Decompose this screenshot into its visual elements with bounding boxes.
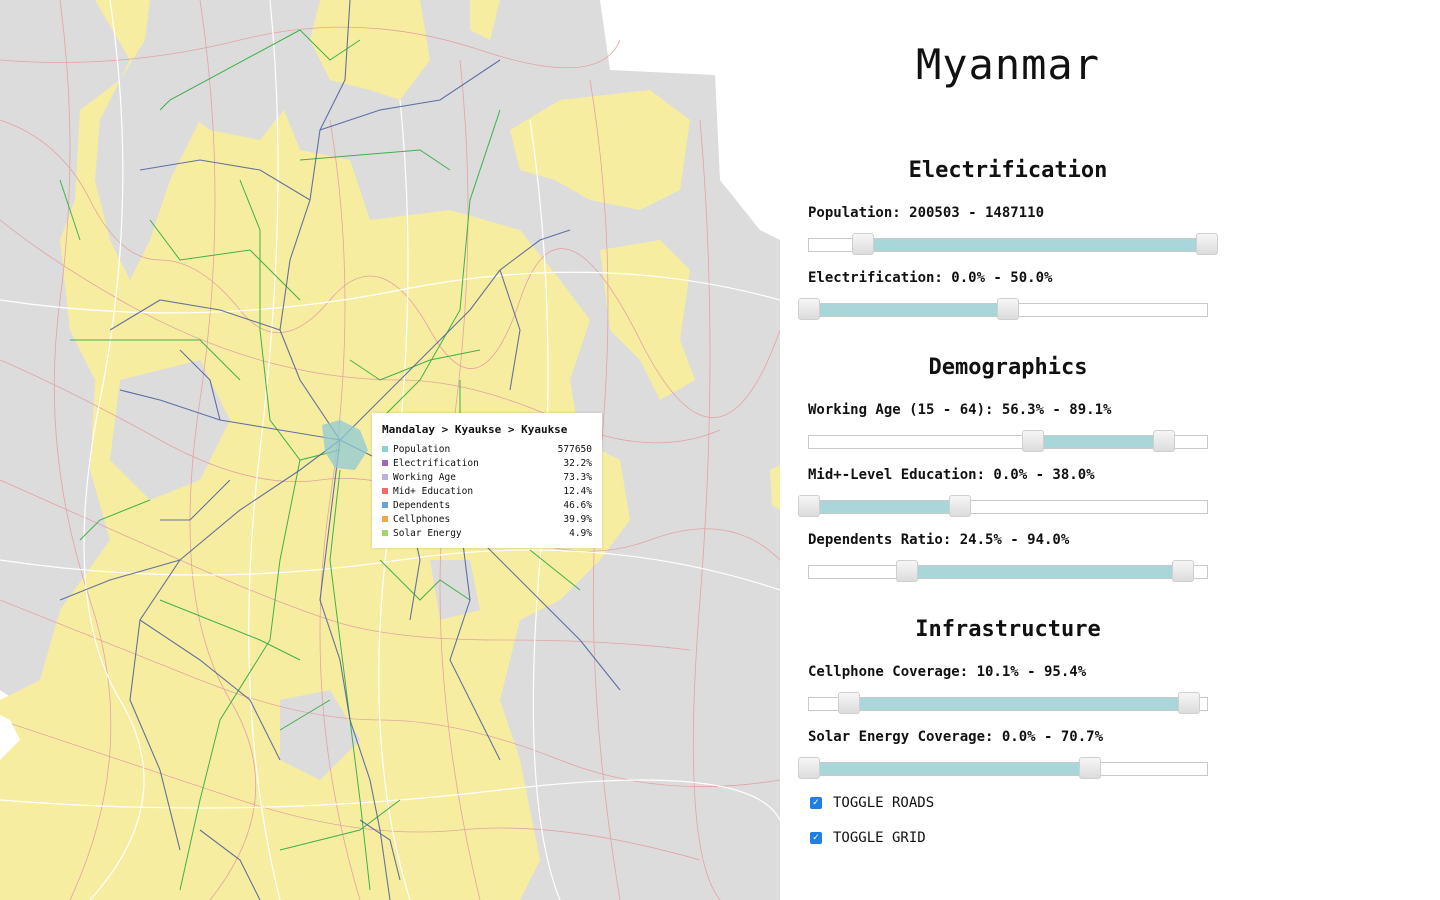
education-slider[interactable] [798, 495, 1208, 517]
solar-filter-label: Solar Energy Coverage: 0.0% - 70.7% [808, 729, 1104, 745]
dependents-filter-label: Dependents Ratio: 24.5% - 94.0% [808, 532, 1070, 548]
tooltip-row-value: 73.3% [563, 471, 592, 483]
legend-swatch [382, 516, 388, 522]
slider-range-fill [1033, 436, 1164, 448]
tooltip-row-label: Working Age [393, 471, 456, 483]
tooltip-row-value: 12.4% [563, 485, 592, 497]
slider-max-handle[interactable] [1172, 560, 1195, 582]
slider-min-handle[interactable] [895, 560, 918, 582]
population-slider[interactable] [808, 233, 1218, 255]
tooltip-row-value: 39.9% [563, 513, 592, 525]
grid-checkbox[interactable]: ✓ [810, 832, 822, 844]
electrification-filter-label: Electrification: 0.0% - 50.0% [808, 270, 1053, 286]
slider-range-fill [809, 763, 1091, 775]
tooltip-row: Dependents 46.6% [382, 498, 592, 512]
tooltip-row-value: 46.6% [563, 499, 592, 511]
toggle-grid[interactable]: ✓ TOGGLE GRID [810, 830, 926, 846]
education-filter-label: Mid+-Level Education: 0.0% - 38.0% [808, 467, 1095, 483]
slider-max-handle[interactable] [997, 298, 1019, 320]
section-title-demographics: Demographics [928, 355, 1088, 380]
legend-swatch [382, 446, 388, 452]
section-title-infrastructure: Infrastructure [915, 617, 1101, 642]
legend-swatch [382, 502, 388, 508]
tooltip-row: Solar Energy 4.9% [382, 526, 592, 540]
slider-range-fill [862, 239, 1207, 251]
toggle-roads[interactable]: ✓ TOGGLE ROADS [810, 795, 934, 811]
legend-swatch [382, 460, 388, 466]
tooltip-row: Electrification 32.2% [382, 456, 592, 470]
legend-swatch [382, 530, 388, 536]
cellphone-filter-label: Cellphone Coverage: 10.1% - 95.4% [808, 664, 1087, 680]
slider-min-handle[interactable] [851, 233, 874, 255]
cellphone-slider[interactable] [808, 692, 1208, 714]
map-view[interactable]: Mandalay > Kyaukse > Kyaukse Population 5… [0, 0, 780, 900]
toggle-grid-label: TOGGLE GRID [833, 830, 926, 846]
slider-max-handle[interactable] [1196, 233, 1218, 255]
toggle-roads-label: TOGGLE ROADS [833, 795, 935, 811]
tooltip-row-value: 4.9% [569, 527, 592, 539]
tooltip-rows: Population 577650 Electrification 32.2% Work… [382, 442, 592, 540]
tooltip-row-label: Electrification [393, 457, 479, 469]
slider-min-handle[interactable] [838, 692, 861, 714]
legend-swatch [382, 488, 388, 494]
tooltip-row-label: Dependents [393, 499, 451, 511]
section-title-electrification: Electrification [908, 158, 1108, 183]
slider-range-fill [849, 698, 1189, 710]
slider-min-handle[interactable] [1022, 430, 1045, 452]
slider-max-handle[interactable] [1152, 430, 1175, 452]
solar-slider[interactable] [798, 757, 1208, 779]
page-title: Myanmar [915, 40, 1100, 89]
working-age-slider[interactable] [808, 430, 1208, 452]
tooltip-row-label: Population [393, 443, 451, 455]
slider-max-handle[interactable] [949, 495, 972, 517]
tooltip-row: Cellphones 39.9% [382, 512, 592, 526]
tooltip-row-value: 32.2% [563, 457, 592, 469]
slider-range-fill [809, 501, 961, 513]
tooltip-row-label: Mid+ Education [393, 485, 474, 497]
tooltip-row: Working Age 73.3% [382, 470, 592, 484]
tooltip-row-label: Solar Energy [393, 527, 462, 539]
slider-range-fill [809, 304, 1008, 316]
slider-min-handle[interactable] [798, 495, 820, 517]
electrification-slider[interactable] [798, 298, 1208, 320]
filter-panel: Myanmar Electrification Population: 2005… [780, 0, 1440, 900]
slider-min-handle[interactable] [798, 757, 820, 779]
working-age-filter-label: Working Age (15 - 64): 56.3% - 89.1% [808, 402, 1112, 418]
tooltip-row: Mid+ Education 12.4% [382, 484, 592, 498]
slider-range-fill [906, 566, 1184, 578]
population-filter-label: Population: 200503 - 1487110 [808, 205, 1045, 221]
tooltip-row: Population 577650 [382, 442, 592, 456]
region-tooltip: Mandalay > Kyaukse > Kyaukse Population 5… [372, 413, 602, 548]
tooltip-title: Mandalay > Kyaukse > Kyaukse [382, 423, 568, 436]
slider-max-handle[interactable] [1177, 692, 1200, 714]
dependents-slider[interactable] [808, 560, 1208, 582]
slider-max-handle[interactable] [1079, 757, 1102, 779]
roads-checkbox[interactable]: ✓ [810, 797, 822, 809]
tooltip-row-value: 577650 [557, 443, 592, 455]
legend-swatch [382, 474, 388, 480]
slider-min-handle[interactable] [798, 298, 820, 320]
tooltip-row-label: Cellphones [393, 513, 451, 525]
